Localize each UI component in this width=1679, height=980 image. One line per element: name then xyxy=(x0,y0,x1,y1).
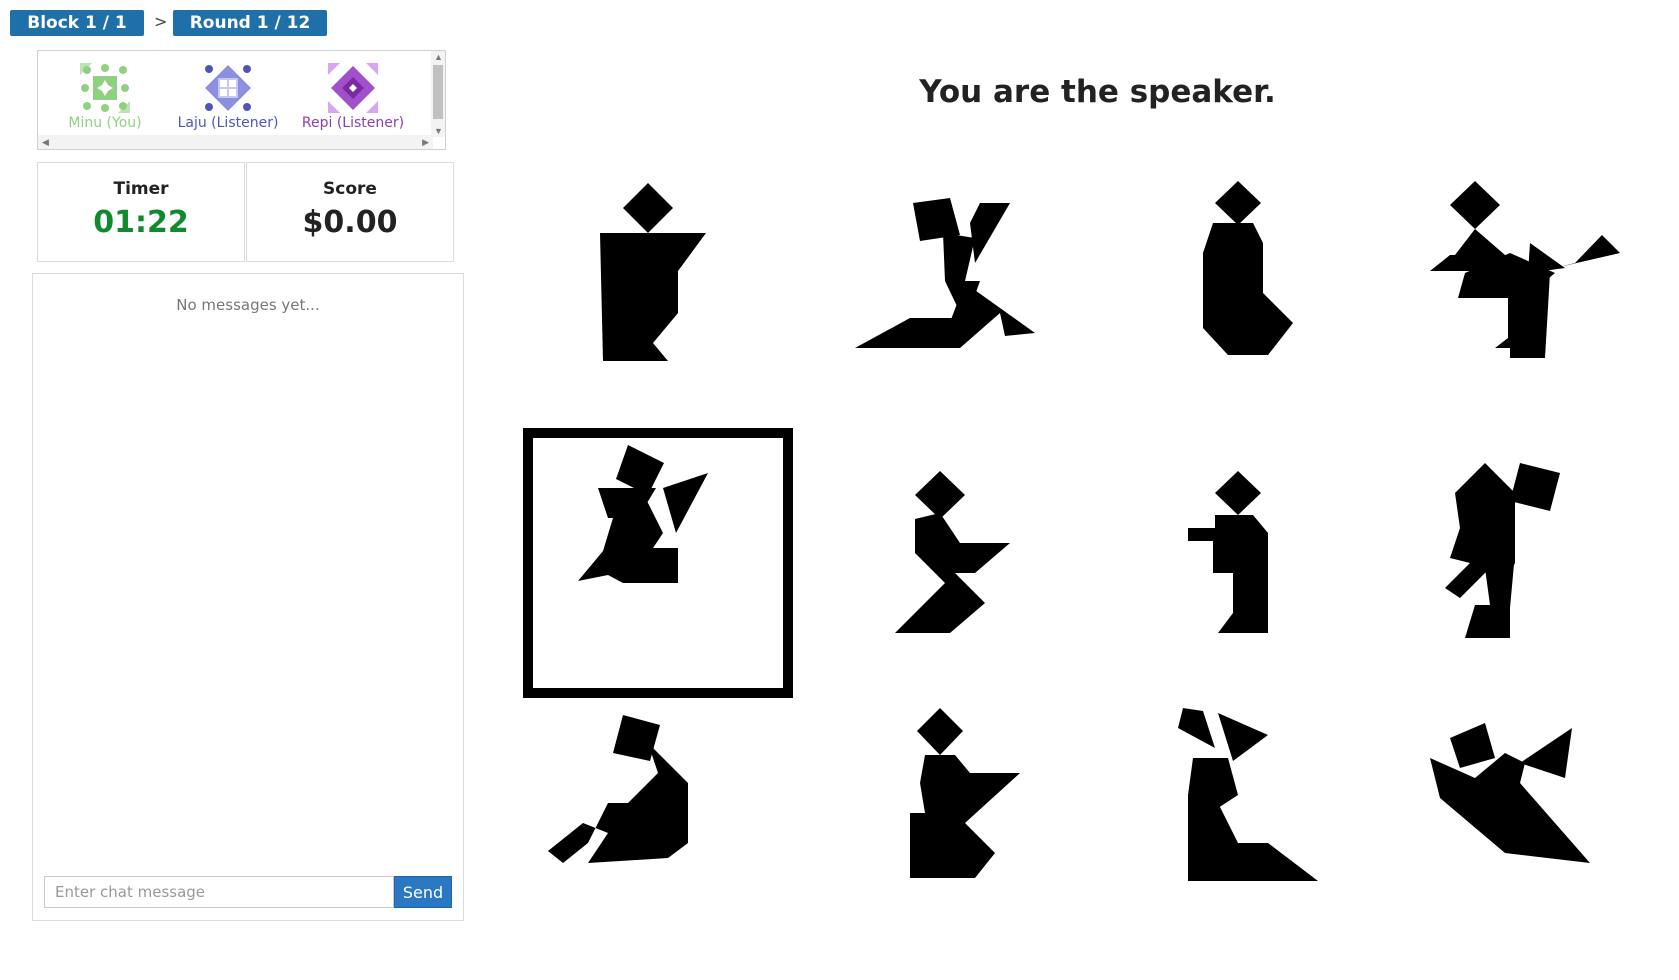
tangram-figure xyxy=(910,708,1020,878)
tangram-figure xyxy=(895,471,1010,633)
tangram-tile-11[interactable] xyxy=(1103,703,1363,963)
timer-value: 01:22 xyxy=(93,205,189,240)
tangram-figure xyxy=(1445,463,1560,638)
scroll-right-icon[interactable]: ▶ xyxy=(422,137,429,148)
scroll-up-icon[interactable]: ▲ xyxy=(434,52,443,62)
tangram-tile-4[interactable] xyxy=(1390,163,1650,423)
tangram-figure xyxy=(1178,708,1318,881)
timer-label: Timer xyxy=(113,179,169,199)
player-repi: Repi (Listener) xyxy=(298,63,408,131)
chat-input[interactable] xyxy=(44,876,394,908)
chat-empty-message: No messages yet... xyxy=(176,296,320,314)
tangram-tile-5-target[interactable] xyxy=(528,433,788,693)
horizontal-scrollbar[interactable]: ◀ ▶ xyxy=(38,135,433,149)
tangram-figure xyxy=(578,445,708,583)
tangram-tile-2[interactable] xyxy=(815,163,1075,423)
timer-panel: Timer 01:22 xyxy=(37,162,245,262)
player-name: Minu (You) xyxy=(68,115,142,131)
tangram-figure xyxy=(855,198,1035,348)
score-value: $0.00 xyxy=(302,205,398,240)
scroll-left-icon[interactable]: ◀ xyxy=(42,137,49,148)
tangram-tile-9[interactable] xyxy=(528,703,788,963)
player-name: Laju (Listener) xyxy=(177,115,279,131)
block-indicator: Block 1 / 1 xyxy=(10,10,144,36)
player-minu: Minu (You) xyxy=(50,63,160,131)
score-label: Score xyxy=(323,179,377,199)
scroll-down-icon[interactable]: ▼ xyxy=(434,126,443,136)
breadcrumb-chevron-icon: > xyxy=(154,12,168,31)
tangram-figure xyxy=(548,715,688,863)
tangram-tile-3[interactable] xyxy=(1103,163,1363,423)
scrollbar-thumb[interactable] xyxy=(433,65,443,119)
tangram-tile-8[interactable] xyxy=(1390,433,1650,693)
score-panel: Score $0.00 xyxy=(246,162,454,262)
purple-quilt-avatar-icon xyxy=(328,63,378,113)
round-indicator: Round 1 / 12 xyxy=(173,10,327,36)
player-laju: Laju (Listener) xyxy=(173,63,283,131)
tangram-tile-12[interactable] xyxy=(1390,703,1650,963)
tangram-tile-7[interactable] xyxy=(1103,433,1363,693)
tangram-tile-1[interactable] xyxy=(528,163,788,423)
role-heading: You are the speaker. xyxy=(919,74,1276,110)
player-list[interactable]: Minu (You) Laju (Listener) Repi (Listene… xyxy=(37,50,446,150)
send-button[interactable]: Send xyxy=(394,876,452,908)
tangram-figure xyxy=(600,183,706,361)
player-name: Repi (Listener) xyxy=(301,115,405,131)
tangram-tile-6[interactable] xyxy=(815,433,1075,693)
tangram-tile-10[interactable] xyxy=(815,703,1075,963)
green-quilt-avatar-icon xyxy=(80,63,130,113)
tangram-figure xyxy=(1188,471,1268,633)
tangram-figure xyxy=(1430,723,1590,863)
vertical-scrollbar[interactable]: ▲ ▼ xyxy=(431,51,445,137)
tangram-figure xyxy=(1203,181,1293,355)
tangram-figure xyxy=(1430,181,1620,358)
blue-quilt-avatar-icon xyxy=(205,65,251,111)
chat-panel: No messages yet... Send xyxy=(32,273,464,921)
